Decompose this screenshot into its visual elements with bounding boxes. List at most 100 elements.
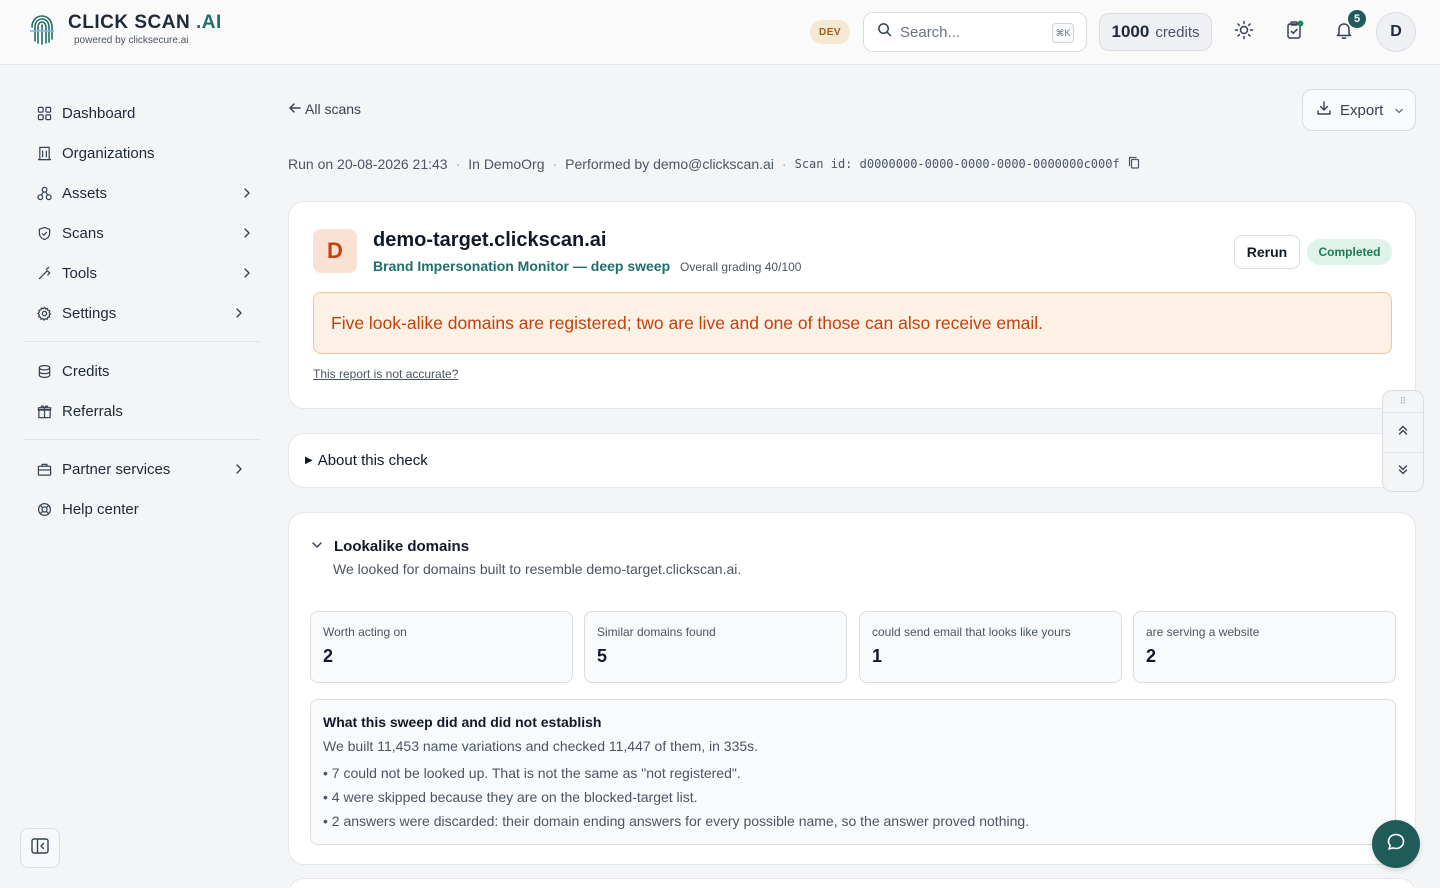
- back-link-label: All scans: [305, 101, 362, 117]
- sidebar-item-label: Scans: [62, 224, 104, 242]
- stat-label: Worth acting on: [323, 625, 407, 639]
- sidebar-item-label: Partner services: [62, 460, 171, 478]
- rerun-button[interactable]: Rerun: [1234, 235, 1300, 269]
- lookalike-domains-section: Lookalike domains We looked for domains …: [288, 512, 1416, 865]
- credits-button[interactable]: 1000 credits: [1099, 13, 1212, 51]
- chevron-right-icon: [234, 462, 244, 480]
- sidebar-item-label: Assets: [62, 184, 108, 202]
- sun-icon: [1234, 20, 1254, 45]
- sidebar-item-scans[interactable]: Scans: [24, 213, 260, 253]
- scan-meta: Run on 20-08-2026 21:43 · In DemoOrg · P…: [288, 156, 1140, 172]
- chevron-down-icon: [311, 537, 323, 555]
- scroll-to-top-button[interactable]: [1383, 412, 1423, 452]
- stat-card: Similar domains found 5: [584, 611, 847, 683]
- search-shortcut: ⌘K: [1052, 23, 1074, 43]
- sidebar-item-label: Help center: [62, 500, 139, 518]
- sidebar-divider: [24, 439, 260, 440]
- stat-value: 5: [597, 646, 608, 666]
- chevron-right-icon: [242, 266, 252, 284]
- scroll-to-bottom-button[interactable]: [1383, 452, 1423, 492]
- sidebar-item-dashboard[interactable]: Dashboard: [24, 93, 260, 133]
- sidebar-item-label: Referrals: [62, 402, 123, 420]
- gear-icon: [36, 305, 52, 321]
- briefcase-icon: [36, 461, 52, 477]
- sidebar-item-label: Credits: [62, 362, 110, 380]
- search-box[interactable]: ⌘K: [863, 12, 1087, 52]
- coins-icon: [36, 363, 52, 379]
- copy-icon[interactable]: [1128, 156, 1140, 172]
- sidebar-item-label: Settings: [62, 304, 117, 322]
- about-check-section[interactable]: ▶ About this check: [288, 433, 1416, 488]
- lifebuoy-icon: [36, 501, 52, 517]
- result-summary: Five look-alike domains are registered; …: [313, 292, 1392, 354]
- stat-card: Worth acting on 2: [310, 611, 573, 683]
- theme-toggle-button[interactable]: [1228, 16, 1260, 48]
- chevrons-down-icon: [1396, 463, 1410, 482]
- back-to-scans-link[interactable]: All scans: [288, 101, 361, 117]
- panel-left-icon: [31, 837, 49, 859]
- grade-badge: D: [313, 229, 357, 273]
- sidebar-divider: [24, 341, 260, 342]
- about-check-title: About this check: [317, 452, 428, 469]
- sweep-coverage-panel: What this sweep did and did not establis…: [310, 699, 1396, 845]
- next-section-card: [288, 878, 1416, 888]
- target-domain: demo-target.clickscan.ai: [373, 229, 607, 251]
- lookalike-description: We looked for domains built to resemble …: [333, 561, 742, 577]
- clipboard-check-icon: [1284, 20, 1304, 45]
- lookalike-header[interactable]: Lookalike domains: [311, 537, 469, 555]
- scroll-control: ⠿: [1382, 390, 1424, 492]
- search-input[interactable]: [900, 23, 1040, 41]
- export-button[interactable]: Export: [1302, 89, 1416, 131]
- stat-value: 2: [1146, 646, 1157, 666]
- drag-handle-icon[interactable]: ⠿: [1383, 391, 1423, 411]
- credits-label: credits: [1155, 23, 1200, 41]
- list-item: • 4 were skipped because they are on the…: [323, 789, 698, 805]
- chevron-right-icon: [234, 306, 244, 324]
- report-inaccurate-link[interactable]: This report is not accurate?: [313, 367, 458, 381]
- download-icon: [1316, 100, 1332, 120]
- stat-value: 2: [323, 646, 334, 666]
- sidebar-item-assets[interactable]: Assets: [24, 173, 260, 213]
- chat-bubble-icon: [1386, 832, 1406, 857]
- meta-separator: ·: [552, 156, 558, 172]
- sweep-coverage-list: • 7 could not be looked up. That is not …: [323, 761, 1383, 833]
- sidebar-item-organizations[interactable]: Organizations: [24, 133, 260, 173]
- stat-label: Similar domains found: [597, 625, 716, 639]
- sidebar-item-partner-services[interactable]: Partner services: [24, 449, 260, 489]
- stat-card: could send email that looks like yours 1: [859, 611, 1122, 683]
- sidebar-item-tools[interactable]: Tools: [24, 253, 260, 293]
- sidebar-item-label: Dashboard: [62, 104, 136, 122]
- brand-name: CLICK SCAN .AI: [68, 12, 222, 33]
- stat-label: are serving a website: [1146, 625, 1260, 639]
- chevron-down-icon: [1394, 102, 1404, 119]
- stat-card: are serving a website 2: [1133, 611, 1396, 683]
- credits-value: 1000: [1111, 22, 1150, 41]
- triangle-right-icon: ▶: [305, 455, 313, 466]
- sidebar-item-help-center[interactable]: Help center: [24, 489, 260, 529]
- arrow-left-icon: [288, 101, 302, 117]
- stat-label: could send email that looks like yours: [872, 625, 1071, 639]
- export-label: Export: [1340, 101, 1384, 119]
- meta-separator: ·: [781, 156, 787, 172]
- sidebar-collapse-button[interactable]: [20, 828, 60, 868]
- chat-button[interactable]: [1372, 820, 1420, 868]
- sweep-coverage-title: What this sweep did and did not establis…: [323, 714, 602, 730]
- sidebar-item-credits[interactable]: Credits: [24, 351, 260, 391]
- status-badge: Completed: [1307, 239, 1392, 265]
- check-name: Brand Impersonation Monitor — deep sweep…: [373, 258, 801, 274]
- list-item: • 2 answers were discarded: their domain…: [323, 813, 1030, 829]
- brand-logo[interactable]: CLICK SCAN .AI powered by clicksecure.ai: [28, 12, 222, 48]
- tasks-button[interactable]: [1278, 16, 1310, 48]
- user-avatar[interactable]: D: [1376, 12, 1416, 52]
- about-check-toggle[interactable]: ▶ About this check: [305, 452, 428, 469]
- sidebar-item-referrals[interactable]: Referrals: [24, 391, 260, 431]
- tools-icon: [36, 265, 52, 281]
- sidebar-item-settings[interactable]: Settings: [24, 293, 260, 333]
- sweep-coverage-intro: We built 11,453 name variations and chec…: [323, 738, 759, 754]
- sidebar-item-label: Organizations: [62, 144, 155, 162]
- org-name: In DemoOrg: [468, 156, 545, 172]
- chevrons-up-icon: [1396, 423, 1410, 442]
- overall-grading: Overall grading 40/100: [680, 260, 802, 274]
- gift-icon: [36, 403, 52, 419]
- dashboard-icon: [36, 105, 52, 121]
